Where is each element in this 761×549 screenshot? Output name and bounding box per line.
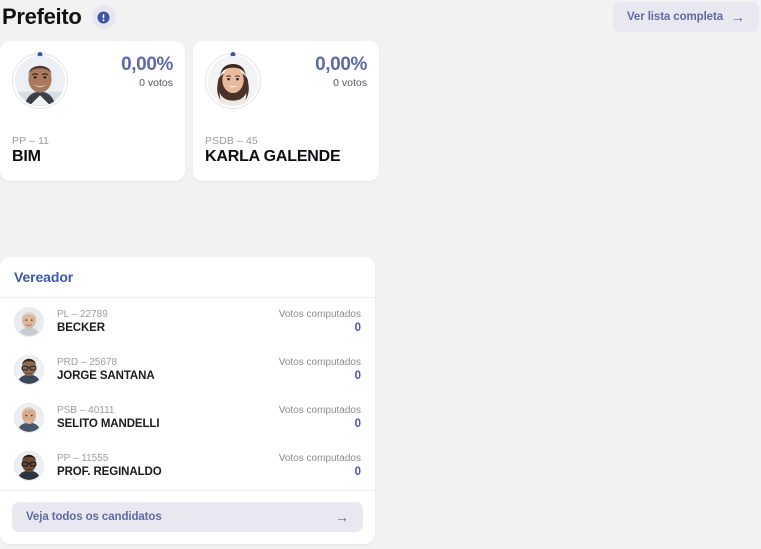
card-identity: PSDB – 45 KARLA GALENDE (205, 135, 341, 166)
list-item[interactable]: PRD – 25678 JORGE SANTANA Votos computad… (0, 346, 375, 394)
page-header: Prefeito Ver lista completa → (0, 0, 761, 34)
vote-summary: 0,00% 0 votos (121, 53, 173, 89)
info-icon[interactable] (91, 5, 116, 29)
candidate-photo (15, 56, 65, 106)
arrow-right-icon: → (335, 509, 349, 525)
votes-value: 0 (354, 466, 361, 479)
panel-title: Vereador (14, 269, 74, 285)
party-number: PL – 22789 (57, 308, 108, 320)
list-item[interactable]: PL – 22789 BECKER Votos computados 0 (0, 298, 375, 346)
list-item-identity: PP – 11555 PROF. REGINALDO (57, 453, 279, 480)
candidate-name: BIM (12, 148, 41, 166)
candidate-name: SELITO MANDELLI (57, 418, 160, 431)
ver-lista-completa-label: Ver lista completa (627, 11, 723, 23)
vote-summary: 0,00% 0 votos (315, 53, 367, 89)
list-item-votes: Votos computados 0 (279, 357, 361, 384)
page-title: Prefeito (2, 4, 82, 29)
panel-footer: Veja todos os candidatos → (0, 491, 375, 544)
percent-value: 0,00% (121, 54, 173, 75)
candidate-photo (208, 56, 258, 106)
card-top: 0,00% 0 votos (0, 41, 185, 109)
votes-count: 0 votos (333, 76, 367, 89)
avatar (14, 451, 44, 481)
vereador-panel: Vereador PL – 22789 BECKER Votos computa… (0, 257, 375, 544)
votes-value: 0 (354, 370, 361, 383)
candidate-name: JORGE SANTANA (57, 370, 155, 383)
candidate-name: PROF. REGINALDO (57, 466, 162, 479)
list-item-votes: Votos computados 0 (279, 405, 361, 432)
prefeito-candidate-cards: 0,00% 0 votos PP – 11 BIM 0,00% 0 votos … (0, 41, 379, 181)
candidate-card[interactable]: 0,00% 0 votos PSDB – 45 KARLA GALENDE (193, 41, 379, 181)
avatar (12, 52, 68, 109)
arrow-right-icon: → (731, 9, 745, 25)
party-number: PP – 11 (12, 135, 50, 148)
candidate-card[interactable]: 0,00% 0 votos PP – 11 BIM (0, 41, 185, 181)
list-item[interactable]: PSB – 40111 SELITO MANDELLI Votos comput… (0, 394, 375, 442)
list-item[interactable]: PP – 11555 PROF. REGINALDO Votos computa… (0, 442, 375, 490)
percent-value: 0,00% (315, 54, 367, 75)
votes-label: Votos computados (278, 308, 361, 320)
party-number: PRD – 25678 (57, 356, 118, 368)
avatar (14, 307, 44, 337)
avatar (14, 403, 44, 433)
card-top: 0,00% 0 votos (193, 41, 379, 109)
avatar (14, 355, 44, 385)
votes-value: 0 (354, 418, 361, 431)
candidate-name: BECKER (57, 322, 105, 335)
candidate-name: KARLA GALENDE (205, 148, 341, 166)
party-number: PSB – 40111 (57, 404, 115, 416)
list-item-identity: PL – 22789 BECKER (57, 309, 279, 336)
veja-todos-os-candidatos-label: Veja todos os candidatos (26, 511, 162, 523)
veja-todos-os-candidatos-button[interactable]: Veja todos os candidatos → (12, 502, 363, 532)
party-number: PP – 11555 (57, 452, 109, 464)
votes-value: 0 (354, 322, 361, 335)
list-item-identity: PSB – 40111 SELITO MANDELLI (57, 405, 279, 432)
card-identity: PP – 11 BIM (12, 135, 49, 166)
list-item-identity: PRD – 25678 JORGE SANTANA (57, 357, 279, 384)
list-item-votes: Votos computados 0 (279, 309, 361, 336)
votes-count: 0 votos (139, 76, 173, 89)
ver-lista-completa-button[interactable]: Ver lista completa → (613, 2, 759, 32)
votes-label: Votos computados (278, 356, 361, 368)
list-item-votes: Votos computados 0 (279, 453, 361, 480)
party-number: PSDB – 45 (205, 135, 258, 148)
votes-label: Votos computados (278, 452, 361, 464)
avatar (205, 52, 261, 109)
votes-label: Votos computados (278, 404, 361, 416)
